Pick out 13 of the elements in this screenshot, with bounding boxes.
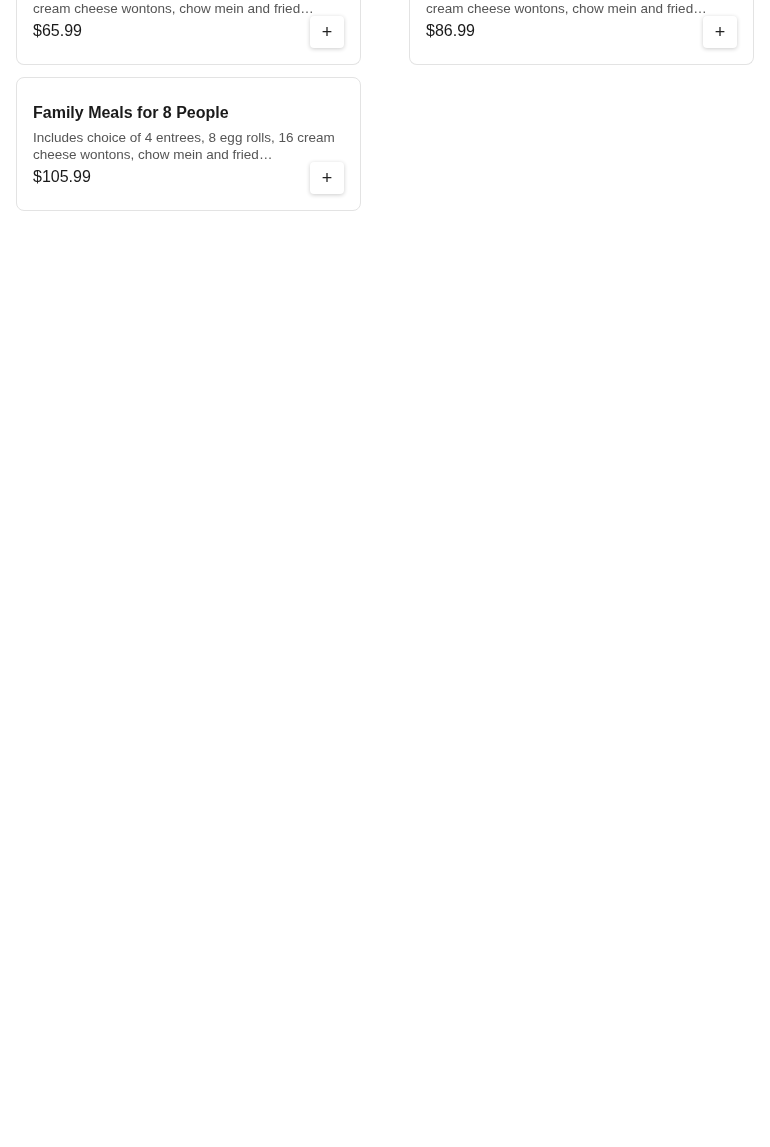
item-price: $65.99 bbox=[33, 22, 82, 40]
menu-item-card[interactable]: Family Meals for 8 People Includes choice of 4 entrees, 8 egg rolls, 16 cream cheese wontons, chow mein and fried… $105.99 + bbox=[16, 77, 361, 211]
item-description: Includes choice of 4 entrees, 8 egg rolls, 16 cream cheese wontons, chow mein and fried… bbox=[33, 129, 336, 163]
menu-item-card[interactable]: cream cheese wontons, chow mein and fried… $86.99 + bbox=[409, 0, 754, 65]
add-button[interactable]: + bbox=[703, 16, 737, 48]
item-description: cream cheese wontons, chow mein and fried… bbox=[426, 0, 708, 17]
menu-item-card[interactable]: cream cheese wontons, chow mein and fried… $65.99 + bbox=[16, 0, 361, 65]
item-price: $105.99 bbox=[33, 168, 91, 186]
item-title: Family Meals for 8 People bbox=[33, 103, 230, 123]
add-button[interactable]: + bbox=[310, 162, 344, 194]
add-button[interactable]: + bbox=[310, 16, 344, 48]
item-price: $86.99 bbox=[426, 22, 475, 40]
item-description: cream cheese wontons, chow mein and fried… bbox=[33, 0, 315, 17]
